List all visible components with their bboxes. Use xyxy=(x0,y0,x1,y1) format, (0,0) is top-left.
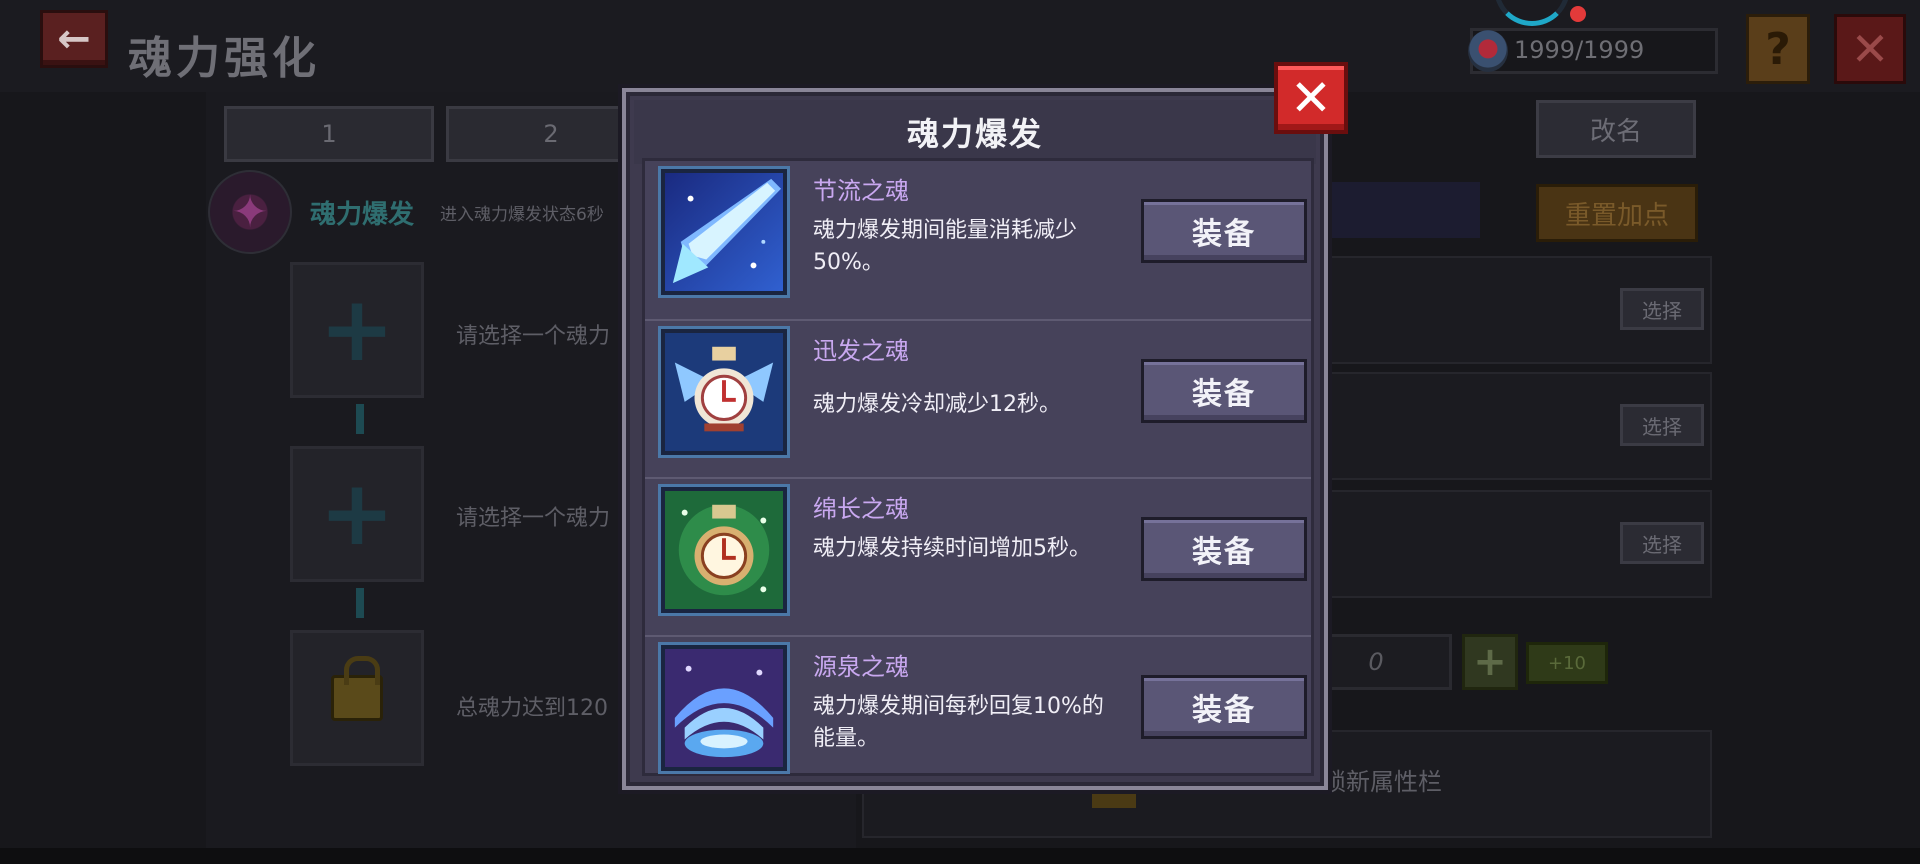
slot-3-text: 总魂力达到120 xyxy=(456,696,608,721)
burst-label: 魂力爆发 xyxy=(310,200,415,230)
plus-icon: + xyxy=(319,461,395,566)
slot-connector xyxy=(356,588,364,618)
equip-button[interactable]: 装备 xyxy=(1141,675,1307,739)
unlock-text: 锁新属性栏 xyxy=(1322,768,1442,796)
soul-burst-dialog: 魂力爆发 节流之魂 魂力爆发期间能量消耗减少50%。 装备 迅发之魂 魂力爆发冷… xyxy=(622,88,1328,790)
soul-description: 魂力爆发冷却减少12秒。 xyxy=(813,392,1061,417)
soul-description: 魂力爆发持续时间增加5秒。 xyxy=(813,536,1091,561)
swift-soul-icon xyxy=(661,329,787,455)
close-page-button[interactable]: ✕ xyxy=(1834,14,1906,84)
add-point-button[interactable]: + xyxy=(1462,634,1518,690)
close-dialog-button[interactable]: ✕ xyxy=(1274,62,1348,134)
soul-name: 绵长之魂 xyxy=(813,495,909,523)
soul-description: 魂力爆发期间能量消耗减少50%。 xyxy=(813,218,1078,275)
page-title: 魂力强化 xyxy=(128,33,320,84)
throttle-soul-icon xyxy=(661,169,787,295)
list-item: 源泉之魂 魂力爆发期间每秒回复10%的能量。 装备 xyxy=(645,635,1311,793)
dialog-title: 魂力爆发 xyxy=(906,115,1043,153)
add-ten-points-button[interactable]: +10 xyxy=(1526,642,1608,684)
slot-1-text: 请选择一个魂力 xyxy=(456,324,611,349)
soul-slot-2[interactable]: + xyxy=(290,446,424,582)
list-item: 迅发之魂 魂力爆发冷却减少12秒。 装备 xyxy=(645,319,1311,477)
burst-description: 进入魂力爆发状态6秒 xyxy=(440,205,604,225)
select-button[interactable]: 选择 xyxy=(1620,404,1704,446)
energy-value: 1999/1999 xyxy=(1514,36,1645,64)
lock-icon xyxy=(331,656,383,721)
equip-button[interactable]: 装备 xyxy=(1141,517,1307,581)
tab-1[interactable]: 1 xyxy=(224,106,434,162)
soul-slot-3-locked xyxy=(290,630,424,766)
dialog-header: 魂力爆发 xyxy=(634,100,1316,164)
list-item: 绵长之魂 魂力爆发持续时间增加5秒。 装备 xyxy=(645,477,1311,635)
bottom-strip xyxy=(0,848,1920,864)
equip-button[interactable]: 装备 xyxy=(1141,199,1307,263)
soul-name: 节流之魂 xyxy=(813,177,909,205)
burst-emblem-icon: ✦ xyxy=(208,170,292,254)
soul-slot-1[interactable]: + xyxy=(290,262,424,398)
rename-button[interactable]: 改名 xyxy=(1536,100,1696,158)
select-button[interactable]: 选择 xyxy=(1620,522,1704,564)
lasting-soul-icon xyxy=(661,487,787,613)
back-arrow-icon: ← xyxy=(57,16,91,62)
soul-list: 节流之魂 魂力爆发期间能量消耗减少50%。 装备 迅发之魂 魂力爆发冷却减少12… xyxy=(642,158,1314,776)
soul-name: 迅发之魂 xyxy=(813,337,909,365)
soul-description: 魂力爆发期间每秒回复10%的能量。 xyxy=(813,694,1104,751)
equip-button[interactable]: 装备 xyxy=(1141,359,1307,423)
notification-dot xyxy=(1570,6,1586,22)
soul-name: 源泉之魂 xyxy=(813,653,909,681)
plus-icon: + xyxy=(319,277,395,382)
list-item: 节流之魂 魂力爆发期间能量消耗减少50%。 装备 xyxy=(645,161,1311,319)
reset-points-button[interactable]: 重置加点 xyxy=(1536,184,1698,242)
select-button[interactable]: 选择 xyxy=(1620,288,1704,330)
back-button[interactable]: ← xyxy=(40,10,108,68)
slot-2-text: 请选择一个魂力 xyxy=(456,506,611,531)
fountain-soul-icon xyxy=(661,645,787,771)
energy-icon xyxy=(1468,30,1508,72)
help-button[interactable]: ? xyxy=(1746,14,1810,84)
slot-connector xyxy=(356,404,364,434)
